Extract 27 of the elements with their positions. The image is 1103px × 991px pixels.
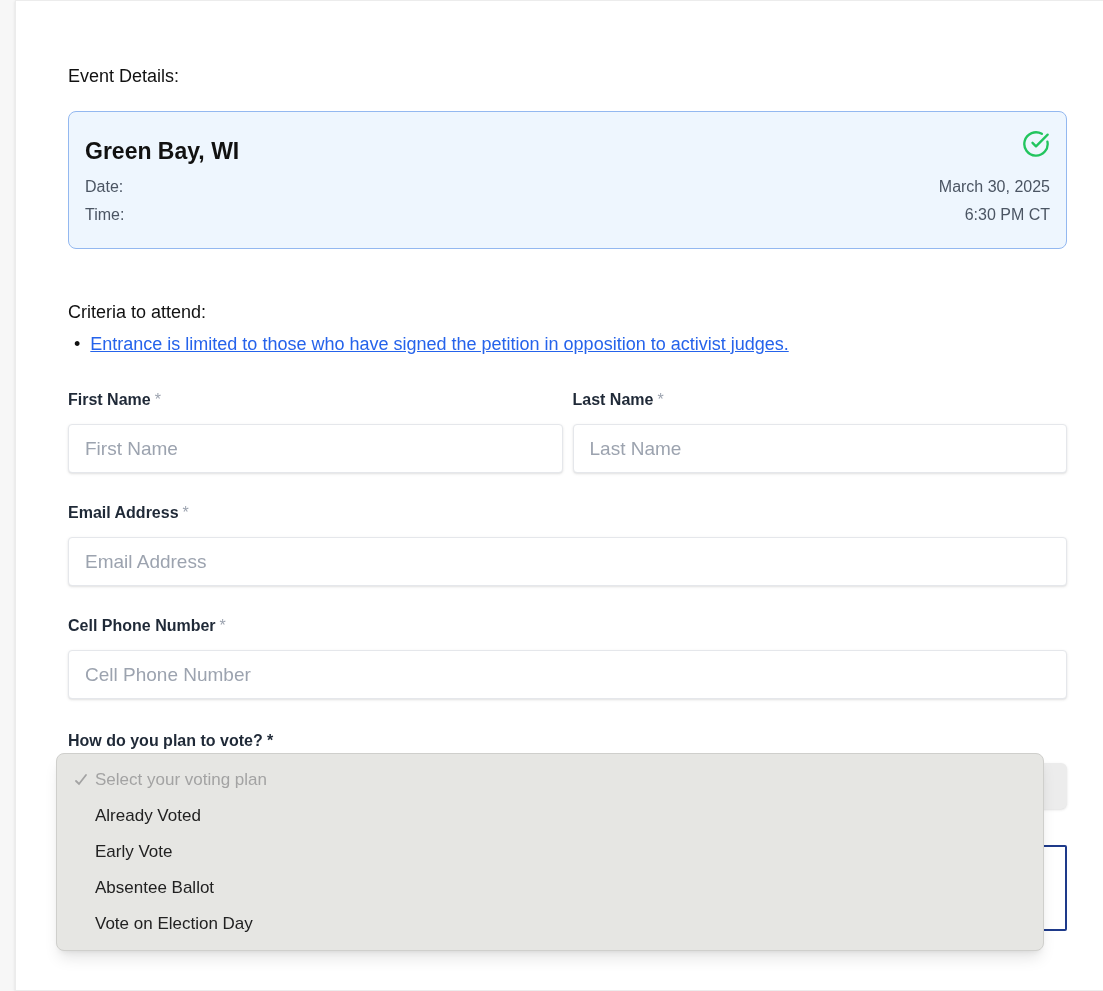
detail-label: Time:: [85, 204, 125, 225]
input-field[interactable]: First Name: [68, 424, 563, 473]
required-mark: *: [154, 390, 161, 410]
field-label: Last Name: [572, 390, 654, 410]
required-mark: *: [219, 616, 226, 636]
required-mark: *: [657, 390, 664, 410]
vote-label: How do you plan to vote? *: [68, 731, 275, 751]
detail-value: March 30, 2025: [938, 176, 1050, 197]
dropdown-option[interactable]: Early Vote: [57, 834, 1043, 870]
bullet: •: [74, 333, 81, 356]
field-label: First Name: [68, 390, 151, 410]
input-field[interactable]: Email Address: [68, 537, 1067, 586]
event-title: Green Bay, WI: [85, 137, 240, 166]
field-label: Cell Phone Number: [68, 616, 216, 636]
input-field[interactable]: Cell Phone Number: [68, 650, 1067, 699]
field-label: Email Address: [68, 503, 179, 523]
dropdown-option[interactable]: Absentee Ballot: [57, 870, 1043, 906]
detail-value: 6:30 PM CT: [964, 204, 1050, 225]
dropdown-option[interactable]: Already Voted: [57, 798, 1043, 834]
detail-label: Date:: [85, 176, 124, 197]
criteria-link[interactable]: Entrance is limited to those who have signed the petition in opposition to activist judges.: [90, 331, 789, 358]
checkmark-icon: [73, 772, 89, 788]
section-title: Event Details:: [68, 65, 181, 88]
criteria-title: Criteria to attend:: [68, 301, 208, 323]
required-mark: *: [182, 503, 189, 523]
dropdown-option[interactable]: Vote on Election Day: [57, 906, 1043, 942]
input-field[interactable]: Last Name: [572, 424, 1067, 473]
